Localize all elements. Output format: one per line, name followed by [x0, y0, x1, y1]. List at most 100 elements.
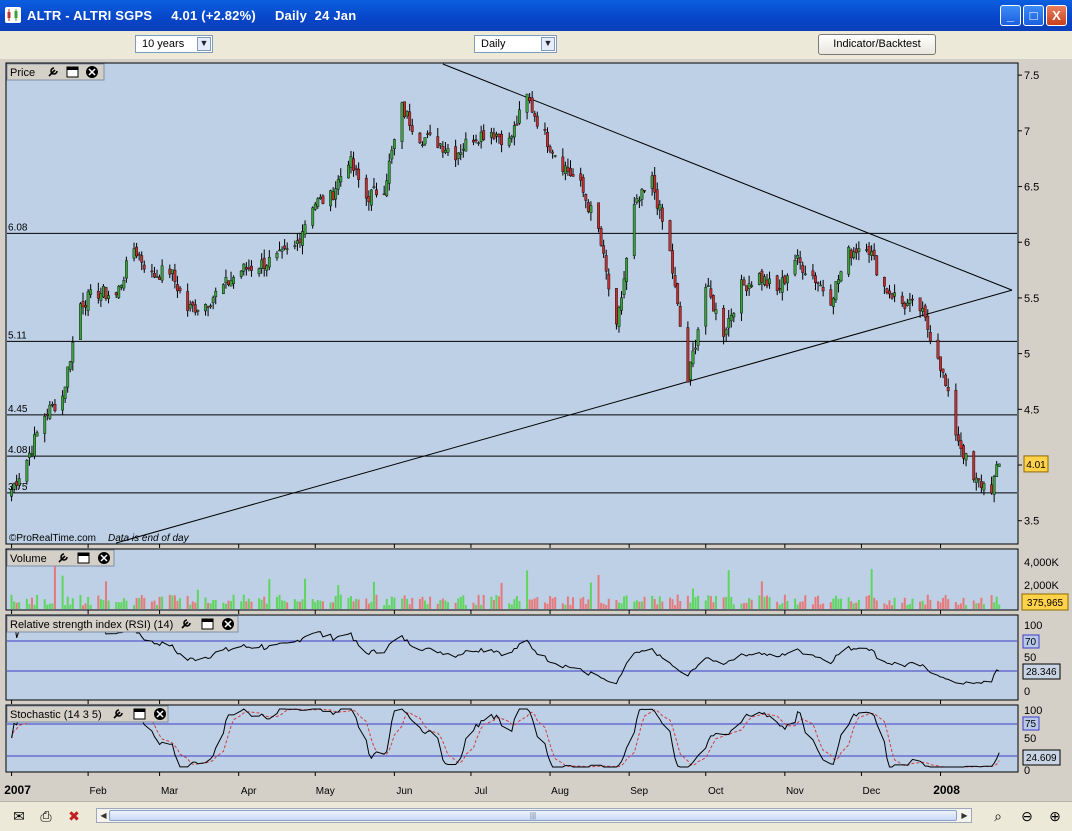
volume-bar	[607, 598, 610, 609]
zoom-area-icon[interactable]: ⌕	[988, 807, 1008, 825]
volume-bar	[383, 605, 386, 609]
rsi-panel: Relative strength index (RSI) (14) 100 7…	[5, 614, 1061, 701]
title-bar: ALTR - ALTRI SGPS 4.01 (+2.82%) Daily 24…	[0, 0, 1072, 31]
volume-bar	[587, 599, 590, 609]
zoom-out-icon[interactable]: ⊖	[1017, 807, 1037, 825]
volume-bar	[385, 598, 388, 609]
volume-bar	[168, 594, 171, 609]
volume-bar	[727, 570, 730, 609]
window-icon[interactable]	[133, 708, 146, 720]
volume-bar	[367, 603, 370, 609]
volume-bar	[314, 602, 317, 609]
price-tick: 6.5	[1024, 182, 1039, 194]
volume-bar	[97, 595, 100, 609]
volume-bar	[921, 600, 924, 609]
volume-bar	[870, 568, 873, 609]
chevron-down-icon[interactable]: ▼	[197, 37, 211, 51]
volume-bar	[424, 600, 427, 609]
window-icon[interactable]	[201, 618, 214, 630]
volume-bar	[107, 600, 110, 609]
volume-bar	[730, 597, 733, 609]
volume-bar	[61, 575, 64, 609]
indicator-backtest-button[interactable]: Indicator/Backtest	[818, 34, 936, 55]
range-select-value: 10 years	[142, 38, 185, 50]
price-tick: 5	[1024, 349, 1030, 361]
volume-bar	[832, 598, 835, 609]
close-panel-icon[interactable]	[154, 708, 166, 720]
volume-bar	[908, 604, 911, 609]
close-panel-icon[interactable]	[86, 66, 98, 78]
stochastic-panel-title: Stochastic (14 3 5)	[10, 709, 102, 721]
volume-bar	[436, 603, 439, 609]
volume-bar	[658, 596, 661, 609]
window-icon[interactable]	[77, 552, 90, 564]
chart-area[interactable]: 6.085.114.454.083.75 7.576.565.554.543.5…	[0, 59, 1072, 801]
volume-tick-2000k: 2,000K	[1024, 580, 1060, 592]
email-icon[interactable]: ✉	[9, 807, 29, 825]
volume-bar	[707, 595, 710, 609]
interval-select[interactable]: Daily ▼	[474, 35, 557, 53]
volume-bar	[204, 597, 207, 609]
stoch-tick-50: 50	[1024, 733, 1036, 745]
level-label: 6.08	[8, 222, 28, 233]
chevron-down-icon[interactable]: ▼	[541, 37, 555, 51]
volume-bar	[48, 603, 51, 609]
range-select[interactable]: 10 years ▼	[135, 35, 213, 53]
volume-bar	[551, 598, 554, 609]
candle	[221, 283, 225, 295]
window-icon[interactable]	[66, 66, 79, 78]
volume-bar	[196, 589, 199, 609]
volume-bar	[906, 605, 909, 609]
price-tick: 3.5	[1024, 516, 1039, 528]
volume-bar	[79, 594, 82, 609]
volume-bar	[173, 595, 176, 609]
candle	[117, 284, 121, 300]
volume-bar	[69, 604, 72, 609]
candle	[944, 373, 948, 387]
volume-bar	[643, 596, 646, 609]
volume-bar	[873, 597, 876, 609]
close-panel-icon[interactable]	[98, 552, 110, 564]
volume-bar	[429, 596, 432, 609]
rsi-tick-50: 50	[1024, 652, 1036, 664]
scroll-right-icon[interactable]: ▶	[959, 810, 970, 821]
volume-bar	[865, 596, 868, 609]
volume-bar	[817, 595, 820, 609]
close-panel-icon[interactable]	[222, 618, 234, 630]
volume-bar	[980, 597, 983, 609]
volume-bar	[528, 599, 531, 609]
volume-bar	[926, 594, 929, 609]
zoom-in-icon[interactable]: ⊕	[1045, 807, 1065, 825]
volume-bar	[250, 601, 253, 609]
volume-bar	[296, 601, 299, 609]
volume-bar	[929, 599, 932, 609]
scrollbar-thumb[interactable]: |||	[109, 810, 957, 821]
candle	[418, 131, 422, 144]
watermark-note: Data is end of day	[108, 533, 190, 544]
volume-bar	[321, 601, 324, 609]
scroll-left-icon[interactable]: ◀	[98, 810, 109, 821]
volume-bar	[584, 604, 587, 609]
volume-bar	[421, 596, 424, 609]
volume-bar	[278, 594, 281, 609]
volume-bar	[709, 596, 712, 609]
minimize-button[interactable]: _	[1000, 5, 1021, 26]
volume-bar	[194, 602, 197, 609]
volume-bar	[490, 596, 493, 609]
rsi-current-badge: 28.346	[1026, 667, 1057, 678]
candle	[676, 282, 680, 306]
disconnect-icon[interactable]: ✖	[64, 807, 84, 825]
volume-bar	[758, 595, 761, 609]
maximize-button[interactable]: □	[1023, 5, 1044, 26]
print-icon[interactable]: ⎙	[36, 807, 56, 825]
volume-bar	[311, 599, 314, 609]
close-button[interactable]: X	[1046, 5, 1067, 26]
volume-bar	[153, 600, 156, 609]
volume-bar	[189, 604, 192, 609]
volume-bar	[669, 597, 672, 609]
volume-bar	[924, 604, 927, 609]
time-scrollbar[interactable]: ◀ ||| ▶	[96, 808, 972, 823]
volume-bar	[332, 602, 335, 609]
volume-bar	[531, 599, 534, 609]
volume-bar	[158, 596, 161, 609]
